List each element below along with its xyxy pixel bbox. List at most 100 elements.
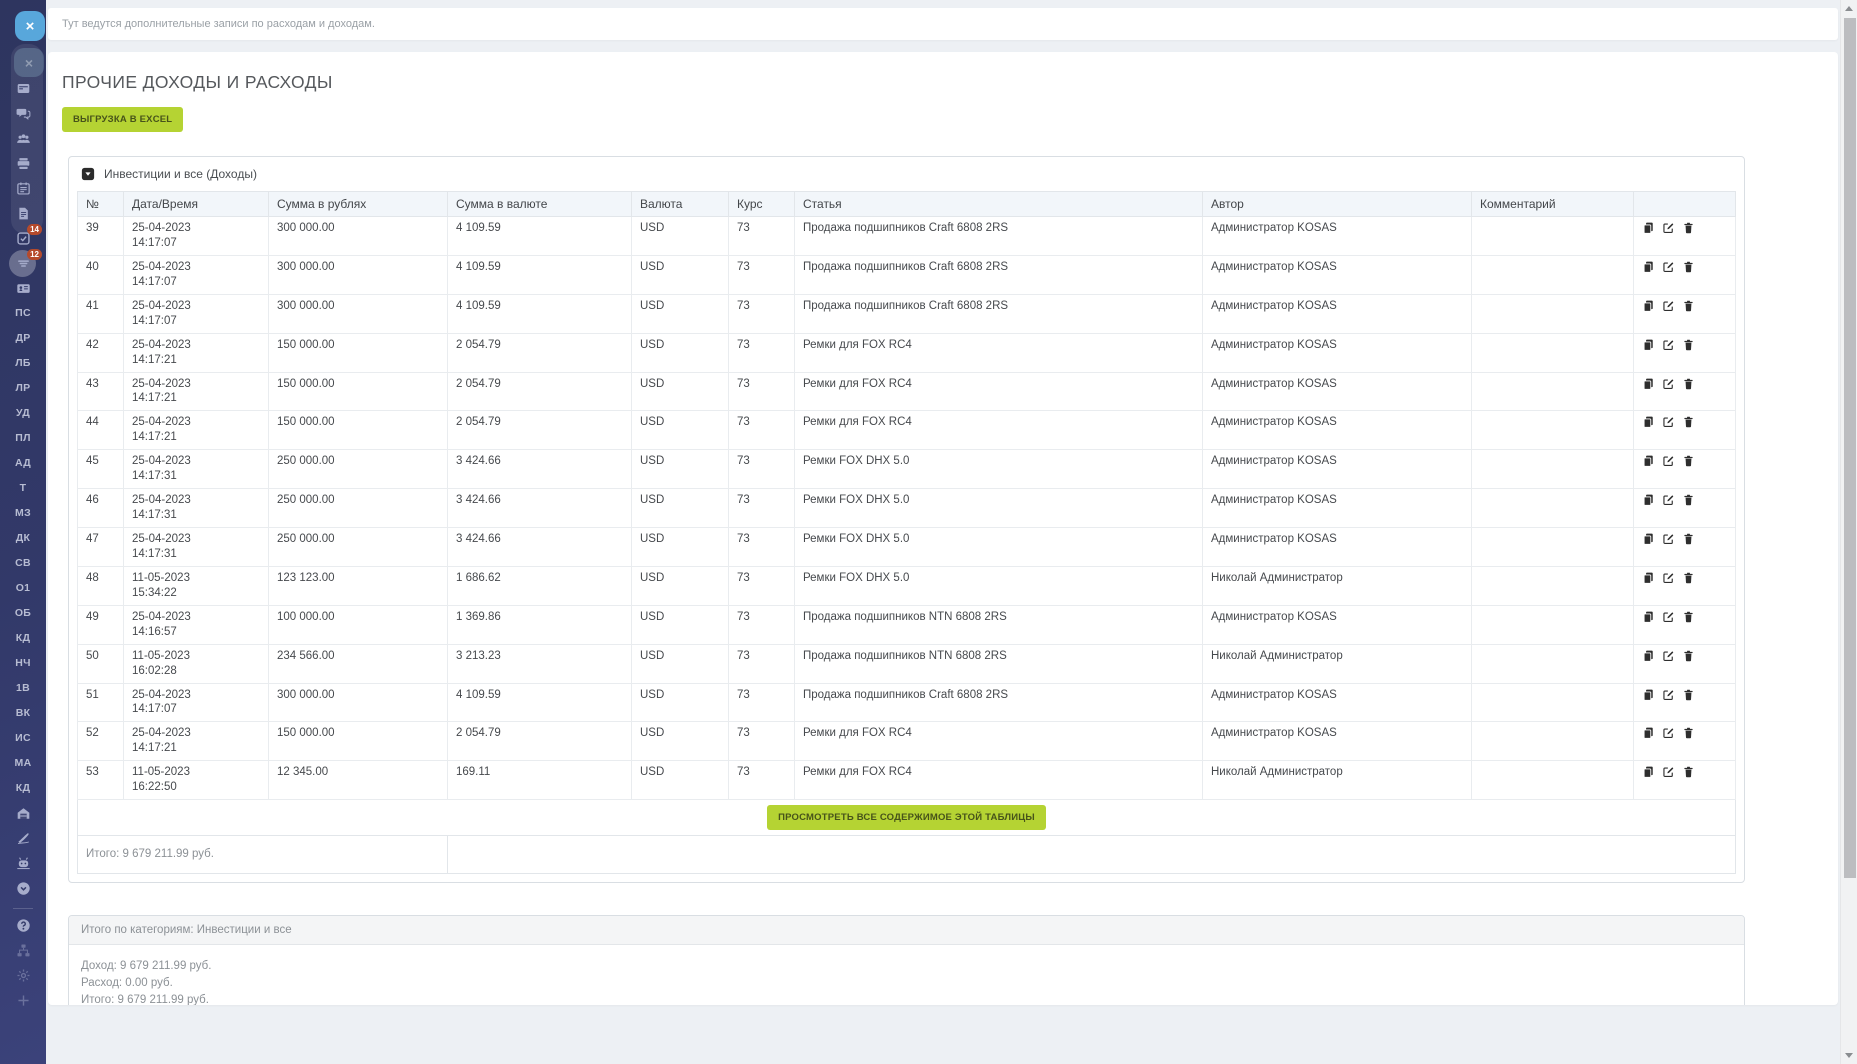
- delete-icon[interactable]: [1682, 493, 1695, 507]
- delete-icon[interactable]: [1682, 649, 1695, 663]
- copy-icon[interactable]: [1642, 260, 1655, 274]
- delete-icon[interactable]: [1682, 532, 1695, 546]
- copy-icon[interactable]: [1642, 726, 1655, 740]
- row-author: Администратор KOSAS: [1203, 372, 1472, 411]
- delete-icon[interactable]: [1682, 610, 1695, 624]
- page-title: ПРОЧИЕ ДОХОДЫ И РАСХОДЫ: [62, 72, 1824, 93]
- sidebar-item-ЛР[interactable]: ЛР: [13, 380, 33, 396]
- sidebar-item-КД[interactable]: КД: [13, 780, 33, 796]
- chat-icon[interactable]: [13, 105, 33, 121]
- sidebar-close-button[interactable]: ×: [15, 11, 45, 41]
- sidebar-item-О1[interactable]: О1: [13, 580, 33, 596]
- scrollbar-thumb[interactable]: [1844, 18, 1856, 878]
- scrollbar[interactable]: [1840, 0, 1857, 1064]
- idcard-icon[interactable]: [13, 280, 33, 296]
- row-amount-currency: 3 424.66: [448, 450, 632, 489]
- delete-icon[interactable]: [1682, 726, 1695, 740]
- row-rate: 73: [729, 294, 795, 333]
- sidebar-item-МЗ[interactable]: МЗ: [13, 505, 33, 521]
- copy-icon[interactable]: [1642, 338, 1655, 352]
- delete-icon[interactable]: [1682, 221, 1695, 235]
- help-icon[interactable]: [13, 917, 33, 933]
- edit-icon[interactable]: [1662, 338, 1675, 352]
- copy-icon[interactable]: [1642, 415, 1655, 429]
- sidebar-item-ЛБ[interactable]: ЛБ: [13, 355, 33, 371]
- sidebar-item-ОБ[interactable]: ОБ: [13, 605, 33, 621]
- edit-icon[interactable]: [1662, 726, 1675, 740]
- home-icon[interactable]: [13, 805, 33, 821]
- gear-icon[interactable]: [13, 967, 33, 983]
- sidebar-item-ДК[interactable]: ДК: [13, 530, 33, 546]
- row-article: Продажа подшипников Craft 6808 2RS: [795, 294, 1203, 333]
- edit-icon[interactable]: [1662, 454, 1675, 468]
- document-icon[interactable]: [13, 205, 33, 221]
- copy-icon[interactable]: [1642, 765, 1655, 779]
- row-amount-rub: 234 566.00: [269, 644, 448, 683]
- row-comment: [1472, 566, 1634, 605]
- copy-icon[interactable]: [1642, 610, 1655, 624]
- sidebar-item-ПЛ[interactable]: ПЛ: [13, 430, 33, 446]
- copy-icon[interactable]: [1642, 688, 1655, 702]
- edit-icon[interactable]: [1662, 221, 1675, 235]
- edit-icon[interactable]: [1662, 765, 1675, 779]
- sidebar-item-ПС[interactable]: ПС: [13, 305, 33, 321]
- plus-icon[interactable]: [13, 992, 33, 1008]
- sidebar-item-ДР[interactable]: ДР: [13, 330, 33, 346]
- sidebar-item-УД[interactable]: УД: [13, 405, 33, 421]
- row-rate: 73: [729, 450, 795, 489]
- scroll-down-arrow[interactable]: [1845, 1053, 1853, 1058]
- edit-icon[interactable]: [1662, 571, 1675, 585]
- delete-icon[interactable]: [1682, 260, 1695, 274]
- tasks-icon[interactable]: 14: [13, 230, 33, 246]
- printer-icon[interactable]: [13, 155, 33, 171]
- edit-icon[interactable]: [1662, 493, 1675, 507]
- main-content: Тут ведутся дополнительные записи по рас…: [46, 0, 1840, 1064]
- window-icon[interactable]: [13, 80, 33, 96]
- sidebar-item-МА[interactable]: МА: [13, 755, 33, 771]
- filter-icon[interactable]: 12: [13, 255, 33, 271]
- row-currency: USD: [632, 605, 729, 644]
- edit-icon[interactable]: [1662, 415, 1675, 429]
- collapse-section-icon[interactable]: [81, 167, 95, 181]
- delete-icon[interactable]: [1682, 765, 1695, 779]
- copy-icon[interactable]: [1642, 454, 1655, 468]
- edit-icon[interactable]: [1662, 688, 1675, 702]
- users-icon[interactable]: [13, 130, 33, 146]
- copy-icon[interactable]: [1642, 532, 1655, 546]
- delete-icon[interactable]: [1682, 415, 1695, 429]
- edit-icon[interactable]: [1662, 377, 1675, 391]
- delete-icon[interactable]: [1682, 338, 1695, 352]
- copy-icon[interactable]: [1642, 299, 1655, 313]
- copy-icon[interactable]: [1642, 571, 1655, 585]
- edit-icon[interactable]: [1662, 610, 1675, 624]
- sidebar-item-АД[interactable]: АД: [13, 455, 33, 471]
- edit-icon[interactable]: [1662, 649, 1675, 663]
- copy-icon[interactable]: [1642, 649, 1655, 663]
- sidebar-item-Т[interactable]: Т: [13, 480, 33, 496]
- sidebar-item-КД[interactable]: КД: [13, 630, 33, 646]
- copy-icon[interactable]: [1642, 377, 1655, 391]
- delete-icon[interactable]: [1682, 377, 1695, 391]
- delete-icon[interactable]: [1682, 571, 1695, 585]
- view-all-button[interactable]: ПРОСМОТРЕТЬ ВСЕ СОДЕРЖИМОЕ ЭТОЙ ТАБЛИЦЫ: [767, 805, 1046, 830]
- sidebar-item-СВ[interactable]: СВ: [13, 555, 33, 571]
- android-icon[interactable]: [13, 855, 33, 871]
- edit-icon[interactable]: [1662, 260, 1675, 274]
- copy-icon[interactable]: [1642, 493, 1655, 507]
- tree-icon[interactable]: [13, 942, 33, 958]
- delete-icon[interactable]: [1682, 688, 1695, 702]
- edit-icon[interactable]: [1662, 299, 1675, 313]
- copy-icon[interactable]: [1642, 221, 1655, 235]
- sidebar-item-1В[interactable]: 1В: [13, 680, 33, 696]
- export-excel-button[interactable]: ВЫГРУЗКА В EXCEL: [62, 107, 183, 132]
- sidebar-item-НЧ[interactable]: НЧ: [13, 655, 33, 671]
- chevron-down-circle-icon[interactable]: [13, 880, 33, 896]
- scroll-up-arrow[interactable]: [1845, 6, 1853, 11]
- delete-icon[interactable]: [1682, 454, 1695, 468]
- calendar-icon[interactable]: [13, 180, 33, 196]
- pen-icon[interactable]: [13, 830, 33, 846]
- sidebar-item-ВК[interactable]: ВК: [13, 705, 33, 721]
- edit-icon[interactable]: [1662, 532, 1675, 546]
- sidebar-item-ИС[interactable]: ИС: [13, 730, 33, 746]
- delete-icon[interactable]: [1682, 299, 1695, 313]
